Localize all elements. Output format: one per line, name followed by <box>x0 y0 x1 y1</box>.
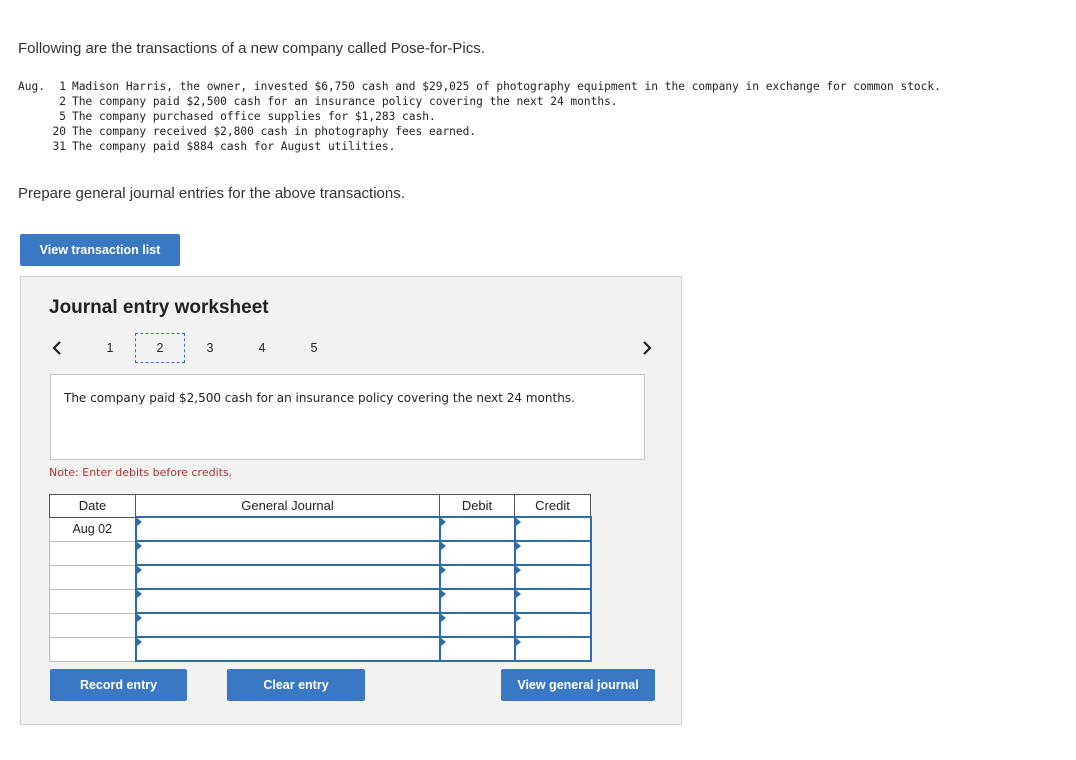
transaction-month <box>18 94 52 109</box>
transaction-text: Madison Harris, the owner, invested $6,7… <box>72 80 941 93</box>
transaction-text: The company paid $884 cash for August ut… <box>72 140 396 153</box>
transaction-month: Aug. <box>18 80 45 93</box>
date-cell <box>49 564 136 590</box>
page-3-tab[interactable]: 3 <box>185 333 235 363</box>
credit-input[interactable] <box>513 564 592 590</box>
date-cell <box>49 540 136 566</box>
date-column-header: Date <box>49 494 136 518</box>
journal-header-row: Date General Journal Debit Credit <box>49 494 591 518</box>
credit-input[interactable] <box>513 636 592 662</box>
transaction-list: Aug. 1 Madison Harris, the owner, invest… <box>18 79 1058 154</box>
transaction-month <box>18 139 52 154</box>
account-dropdown[interactable] <box>134 516 441 542</box>
chevron-left-icon[interactable] <box>51 340 63 361</box>
worksheet-title: Journal entry worksheet <box>49 297 269 318</box>
transaction-description: The company paid $2,500 cash for an insu… <box>50 374 645 460</box>
page-5-tab[interactable]: 5 <box>289 333 339 363</box>
transaction-day: 31 <box>52 140 66 153</box>
intro-text: Following are the transactions of a new … <box>18 40 485 57</box>
date-cell: Aug 02 <box>49 516 136 542</box>
general-journal-column-header: General Journal <box>135 494 440 518</box>
table-row <box>49 612 592 638</box>
record-entry-button[interactable]: Record entry <box>50 669 187 701</box>
instruction-text: Prepare general journal entries for the … <box>18 185 405 202</box>
credit-input[interactable] <box>513 540 592 566</box>
debit-input[interactable] <box>438 588 516 614</box>
table-row: Aug 02 <box>49 516 592 542</box>
table-row <box>49 540 592 566</box>
view-transaction-list-button[interactable]: View transaction list <box>20 234 180 266</box>
table-row <box>49 588 592 614</box>
date-cell <box>49 612 136 638</box>
date-cell <box>49 588 136 614</box>
debit-input[interactable] <box>438 564 516 590</box>
transaction-text: The company paid $2,500 cash for an insu… <box>72 95 618 108</box>
credit-input[interactable] <box>513 588 592 614</box>
transaction-row: 20 The company received $2,800 cash in p… <box>18 124 1058 139</box>
debit-input[interactable] <box>438 612 516 638</box>
transaction-day: 20 <box>52 125 66 138</box>
account-dropdown[interactable] <box>134 540 441 566</box>
debit-credit-note: Note: Enter debits before credits. <box>49 466 233 479</box>
clear-entry-button[interactable]: Clear entry <box>227 669 365 701</box>
transaction-month <box>18 124 52 139</box>
debit-input[interactable] <box>438 516 516 542</box>
table-row <box>49 564 592 590</box>
date-cell <box>49 636 136 662</box>
transaction-row: 31 The company paid $884 cash for August… <box>18 139 1058 154</box>
transaction-text: The company received $2,800 cash in phot… <box>72 125 477 138</box>
transaction-day: 1 <box>59 80 66 93</box>
debit-input[interactable] <box>438 540 516 566</box>
debit-input[interactable] <box>438 636 516 662</box>
transaction-row: 2 The company paid $2,500 cash for an in… <box>18 94 1058 109</box>
account-dropdown[interactable] <box>134 564 441 590</box>
page-4-tab[interactable]: 4 <box>237 333 287 363</box>
account-dropdown[interactable] <box>134 636 441 662</box>
view-general-journal-button[interactable]: View general journal <box>501 669 655 701</box>
credit-input[interactable] <box>513 612 592 638</box>
transaction-month <box>18 109 52 124</box>
debit-column-header: Debit <box>439 494 515 518</box>
chevron-right-icon[interactable] <box>641 340 653 361</box>
table-row <box>49 636 592 662</box>
transaction-row: Aug. 1 Madison Harris, the owner, invest… <box>18 79 1058 94</box>
journal-entry-worksheet: Journal entry worksheet 1 2 3 4 5 The co… <box>20 276 682 725</box>
journal-table: Date General Journal Debit Credit Aug 02 <box>49 494 592 662</box>
credit-column-header: Credit <box>514 494 591 518</box>
account-dropdown[interactable] <box>134 588 441 614</box>
account-dropdown[interactable] <box>134 612 441 638</box>
transaction-day: 5 <box>59 110 66 123</box>
page-1-tab[interactable]: 1 <box>85 333 135 363</box>
transaction-text: The company purchased office supplies fo… <box>72 110 436 123</box>
page-2-tab[interactable]: 2 <box>135 333 185 363</box>
transaction-day: 2 <box>59 95 66 108</box>
credit-input[interactable] <box>513 516 592 542</box>
transaction-row: 5 The company purchased office supplies … <box>18 109 1058 124</box>
